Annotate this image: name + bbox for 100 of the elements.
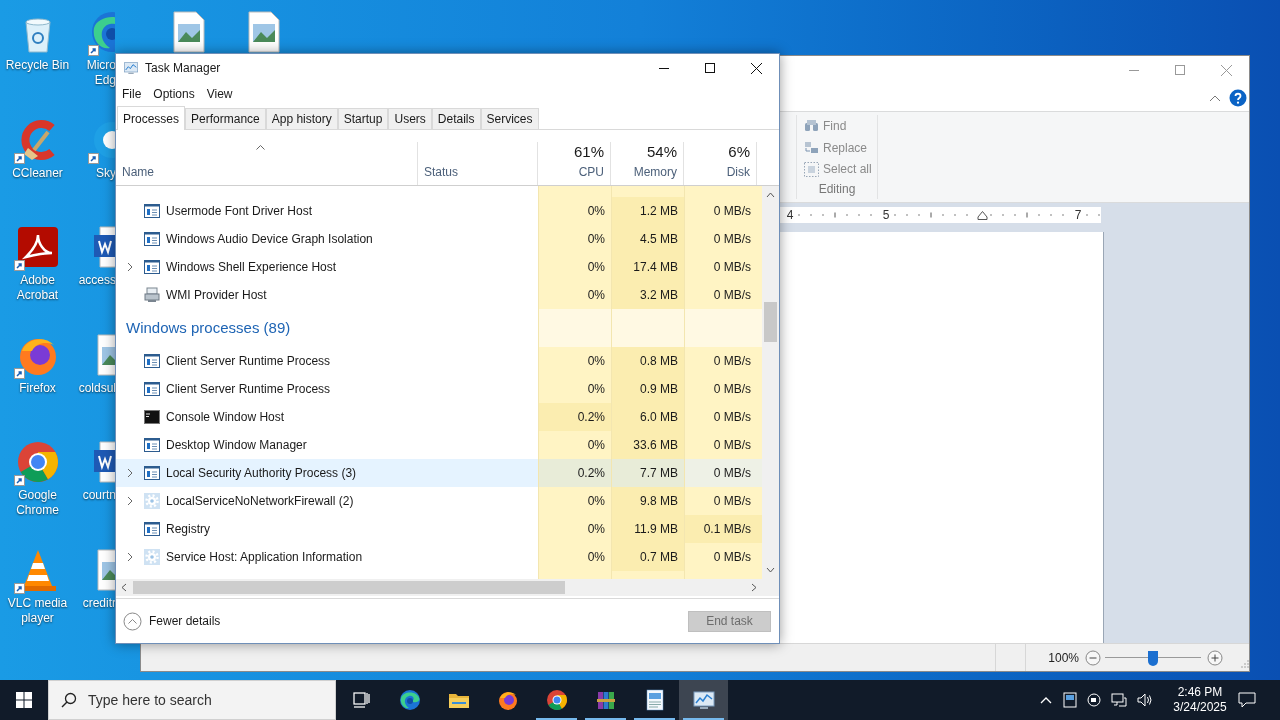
tab[interactable]: Details [431,108,481,129]
usage-total: 6% [728,143,750,161]
column-header[interactable]: Status [424,163,459,181]
process-row[interactable]: Local Security Authority Process (3) 0.2% 7.7 MB 0 MB/s [116,459,762,487]
column-header[interactable]: Memory [633,163,677,181]
icon-label: courtn [82,488,116,503]
collapse-icon [123,611,142,631]
table-cell: 33.6 MB [611,431,684,459]
process-name: Service Host: Application Information [166,549,363,566]
tab[interactable]: Processes [117,106,186,130]
vertical-scrollbar[interactable] [762,186,779,579]
expand-chevron-icon[interactable] [127,496,133,506]
tab[interactable]: Users [388,108,432,129]
menu-item[interactable]: Options [147,83,201,105]
table-cell: 0.7 MB [611,543,684,571]
table-cell: 0% [538,253,611,281]
zoom-level: 100% [1048,649,1079,667]
browser-icon [544,688,569,712]
tab[interactable]: App history [265,108,338,129]
table-cell: 0 MB/s [684,403,762,431]
zoom-slider[interactable] [1105,649,1201,666]
column-header[interactable]: Name [122,163,154,181]
ribbon-group-label: Editing [818,181,856,198]
expand-chevron-icon[interactable] [127,468,133,478]
expand-chevron-icon[interactable] [127,262,133,272]
slider-thumb[interactable] [1148,650,1158,666]
tab[interactable]: Performance [185,108,266,129]
menu-item[interactable]: View [200,83,239,105]
expand-chevron-icon[interactable] [127,552,133,562]
gear-icon [144,549,160,565]
ruler-ticks [1086,212,1100,218]
column-header[interactable]: Disk [726,163,750,181]
table-cell: 4.5 MB [611,225,684,253]
column-header[interactable]: CPU [578,163,604,181]
table-cell: 0.8 MB [611,347,684,375]
camera-icon[interactable] [1087,693,1101,707]
window-icon [144,259,160,275]
clock[interactable]: 2:46 PM 3/24/2025 [1168,685,1232,715]
scroll-thumb[interactable] [764,302,777,342]
network-icon[interactable] [1111,693,1127,707]
process-name: Local Security Authority Process (3) [166,465,357,482]
tab[interactable]: Startup [337,108,389,129]
end-task-button: End task [688,610,771,632]
process-row[interactable]: Usermode Font Driver Host 0% 1.2 MB 0 MB/s [116,197,762,225]
process-name: Windows Shell Experience Host [166,259,337,276]
search-icon [61,692,77,708]
show-hidden-icons-icon[interactable] [1040,696,1052,704]
icon-label: access [78,273,116,288]
process-row[interactable]: Registry 0% 11.9 MB 0.1 MB/s [116,515,762,543]
device-icon[interactable] [1063,692,1077,708]
process-name: Usermode Font Driver Host [166,203,313,220]
window-icon [144,231,160,247]
taskbar-app-button[interactable] [679,680,728,720]
window-icon [144,353,160,369]
table-cell: 7.7 MB [611,459,684,487]
windows-logo-icon [16,692,32,708]
computer-icon [144,287,160,303]
icon-label: creditr [82,595,116,611]
search-field[interactable]: Type here to search [48,680,336,720]
table-cell: 0.1 MB/s [684,515,762,543]
help-icon[interactable] [1229,88,1247,107]
ruler-number: 7 [1074,208,1082,222]
replace-icon [804,141,819,154]
fewer-details-button[interactable]: Fewer details [123,611,221,631]
indent-marker-icon[interactable] [976,210,988,220]
ruler-number: 4 [786,208,794,222]
process-row[interactable]: Console Window Host 0.2% 6.0 MB 0 MB/s [116,403,762,431]
volume-icon[interactable] [1137,693,1153,707]
window-icon [144,437,160,453]
sort-caret-icon [256,145,265,150]
table-cell: 3.2 MB [611,281,684,309]
tab[interactable]: Services [480,108,539,129]
collapse-ribbon-icon[interactable] [1209,93,1221,102]
table-cell: 0 MB/s [684,347,762,375]
table-cell: 0% [538,281,611,309]
menu-item[interactable]: File [116,83,148,105]
select-all-icon [804,161,819,177]
process-row[interactable]: WMI Provider Host 0% 3.2 MB 0 MB/s [116,281,762,309]
notifications-icon[interactable] [1238,692,1256,708]
table-cell: 0% [538,375,611,403]
table-cell: 0 MB/s [684,197,762,225]
table-cell: 0 MB/s [684,459,762,487]
process-row[interactable]: Client Server Runtime Process 0% 0.9 MB 0 MB/s [116,375,762,403]
process-name: Registry [166,521,210,538]
process-row[interactable]: LocalServiceNoNetworkFirewall (2) 0% 9.8 MB 0 MB/s [116,487,762,515]
icon-label: Recycle Bin [5,58,70,73]
table-cell: 0 MB/s [684,431,762,459]
gear-icon [144,493,160,509]
icon-label: Google Chrome [16,488,59,518]
process-name: Client Server Runtime Process [166,353,331,370]
process-name: LocalServiceNoNetworkFirewall (2) [166,493,354,510]
window-icon [144,203,160,219]
process-name: Desktop Window Manager [166,437,307,454]
monitor-chart-icon [691,688,716,712]
group-heading: Windows processes (89) [126,317,291,338]
process-name: WMI Provider Host [166,287,267,304]
table-cell: 9.8 MB [611,487,684,515]
table-cell: 11.9 MB [611,515,684,543]
horizontal-scrollbar[interactable] [116,579,779,596]
table-cell: 0% [538,347,611,375]
